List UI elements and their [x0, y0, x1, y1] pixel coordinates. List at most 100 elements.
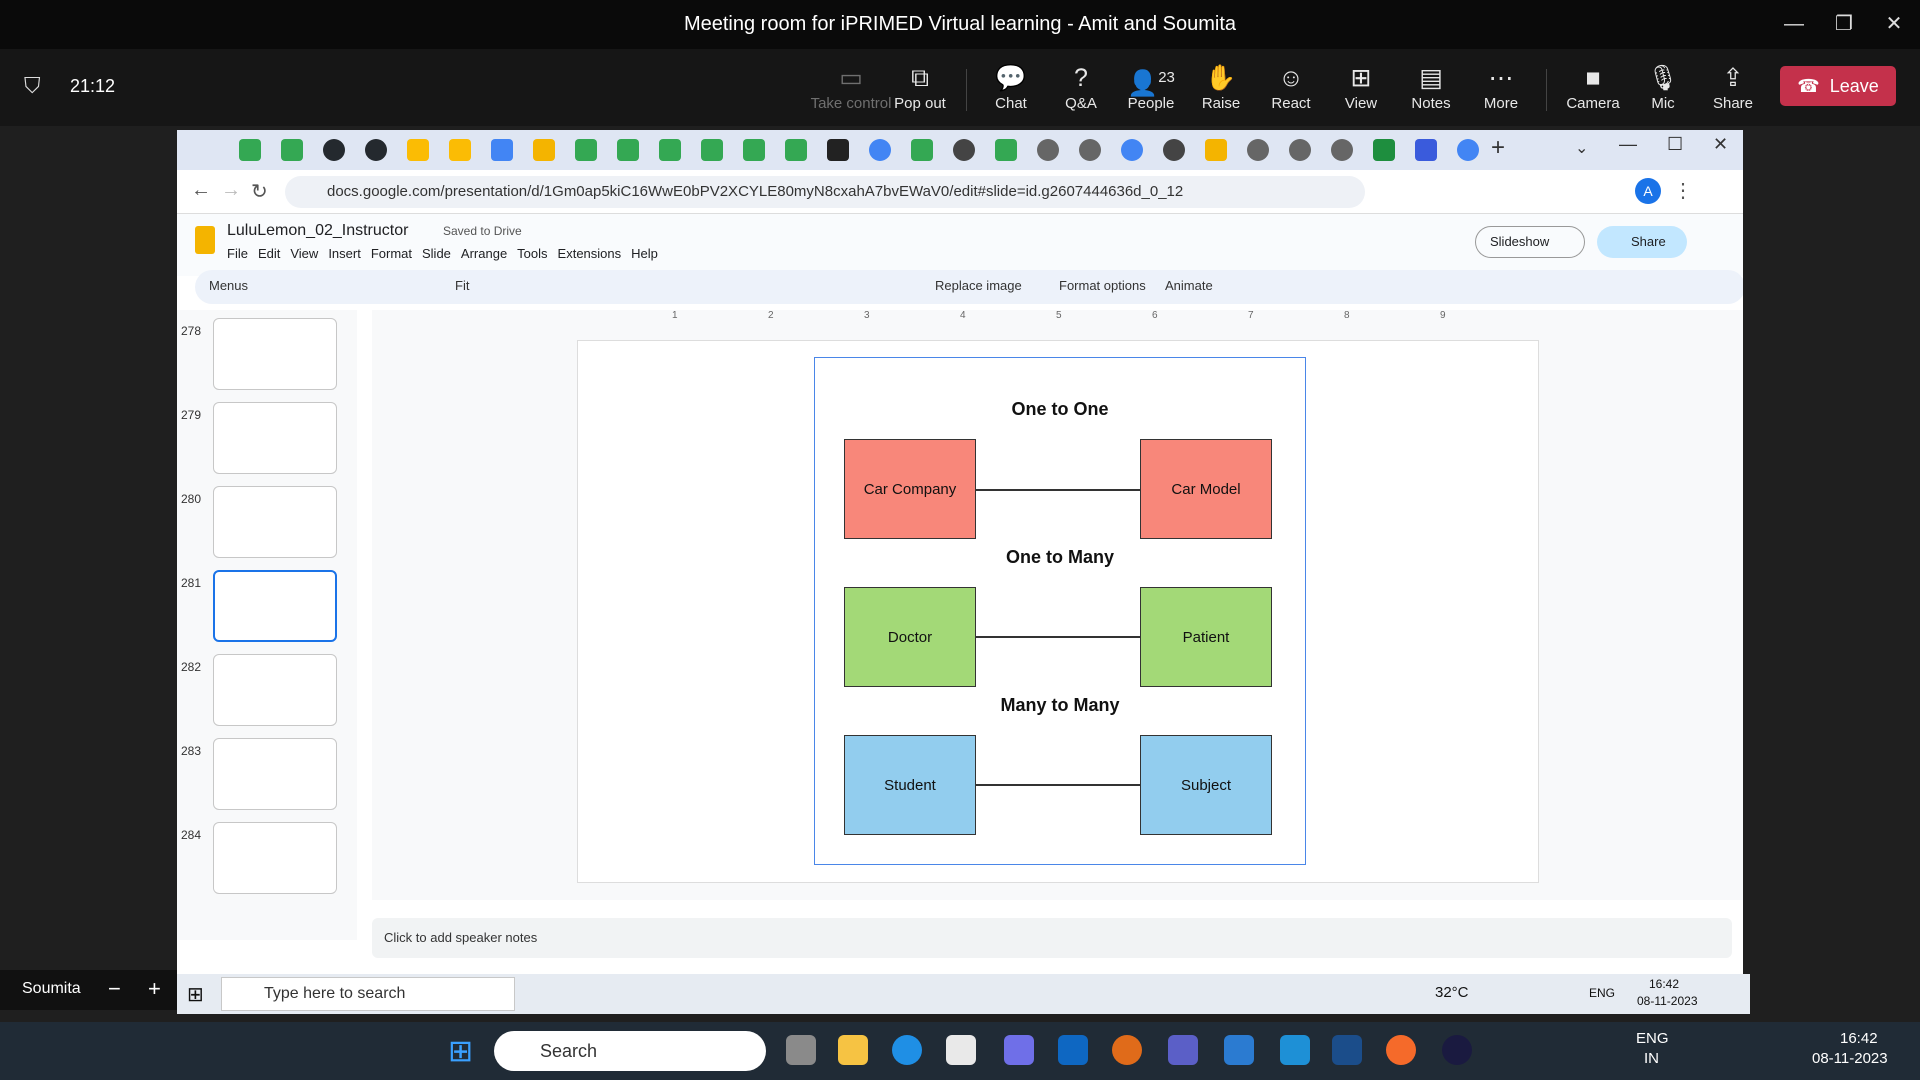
file-explorer-icon[interactable]: [838, 1035, 868, 1065]
people-button[interactable]: 👤23 People: [1118, 61, 1184, 112]
sheets-tab-icon[interactable]: [911, 139, 933, 161]
take-control-button[interactable]: ▭ Take control: [808, 61, 894, 112]
openai-tab-icon[interactable]: [953, 139, 975, 161]
menu-extensions[interactable]: Extensions: [558, 246, 622, 261]
slide-thumbnail[interactable]: [213, 486, 337, 558]
view-button[interactable]: ⊞ View: [1328, 61, 1394, 112]
profile-avatar[interactable]: A: [1635, 178, 1661, 204]
menu-slide[interactable]: Slide: [422, 246, 451, 261]
file-name[interactable]: LuluLemon_02_Instructor: [227, 222, 408, 240]
slideshow-button[interactable]: Slideshow: [1475, 226, 1585, 258]
raise-hand-button[interactable]: ✋ Raise: [1188, 61, 1254, 112]
browser-menu-icon[interactable]: ⋮: [1673, 178, 1693, 203]
google-tab-icon[interactable]: [1121, 139, 1143, 161]
slide-thumbnail[interactable]: [213, 318, 337, 390]
docs-tab-icon[interactable]: [491, 139, 513, 161]
current-slide[interactable]: One to One Car Company Car Model One to …: [577, 340, 1539, 883]
sheets-tab-icon[interactable]: [701, 139, 723, 161]
taskbar-search[interactable]: Search: [494, 1031, 766, 1071]
restore-icon[interactable]: ❐: [1826, 8, 1862, 40]
react-button[interactable]: ☺ React: [1258, 61, 1324, 112]
browser-minimize-icon[interactable]: —: [1619, 134, 1637, 155]
slides-tab-icon[interactable]: [533, 139, 555, 161]
github-tab-icon[interactable]: [365, 139, 387, 161]
generic-tab-icon[interactable]: [1037, 139, 1059, 161]
docs-share-button[interactable]: Share: [1597, 226, 1687, 258]
edge-icon[interactable]: [892, 1035, 922, 1065]
slide-thumbnail-selected[interactable]: [213, 570, 337, 642]
generic-tab-icon[interactable]: [1331, 139, 1353, 161]
replace-image-button[interactable]: Replace image: [935, 278, 1022, 293]
sheets-tab-icon[interactable]: [617, 139, 639, 161]
url-field[interactable]: docs.google.com/presentation/d/1Gm0ap5ki…: [285, 176, 1365, 208]
camera-button[interactable]: ■ Camera: [1560, 61, 1626, 112]
menu-arrange[interactable]: Arrange: [461, 246, 507, 261]
notes-button[interactable]: ▤ Notes: [1398, 61, 1464, 112]
leave-button[interactable]: ☎ Leave: [1780, 66, 1896, 106]
sheets-tab-icon[interactable]: [785, 139, 807, 161]
sheets-tab-icon[interactable]: [239, 139, 261, 161]
menu-format[interactable]: Format: [371, 246, 412, 261]
sheets-tab-icon[interactable]: [743, 139, 765, 161]
generic-tab-icon[interactable]: [1415, 139, 1437, 161]
sheets-tab-icon[interactable]: [659, 139, 681, 161]
share-screen-button[interactable]: ⇪ Share: [1700, 61, 1766, 112]
sheets-tab-icon[interactable]: [281, 139, 303, 161]
browser-close-icon[interactable]: ✕: [1713, 134, 1728, 155]
generic-tab-icon[interactable]: [1373, 139, 1395, 161]
tab-search-icon[interactable]: ⌄: [1575, 138, 1588, 158]
task-view-icon[interactable]: [786, 1035, 816, 1065]
more-button[interactable]: ⋯ More: [1468, 61, 1534, 112]
slide-thumbnail[interactable]: [213, 654, 337, 726]
menu-edit[interactable]: Edit: [258, 246, 280, 261]
google-tab-icon[interactable]: [1457, 139, 1479, 161]
generic-tab-icon[interactable]: [1079, 139, 1101, 161]
drive-tab-icon[interactable]: [449, 139, 471, 161]
slide-thumbnail[interactable]: [213, 738, 337, 810]
menu-tools[interactable]: Tools: [517, 246, 547, 261]
slide-thumbnail[interactable]: [213, 402, 337, 474]
zoom-out-icon[interactable]: −: [108, 976, 121, 1002]
windows-start-icon[interactable]: ⊞: [448, 1034, 473, 1069]
menu-help[interactable]: Help: [631, 246, 658, 261]
app-icon[interactable]: [1386, 1035, 1416, 1065]
sheets-tab-icon[interactable]: [995, 139, 1017, 161]
qna-button[interactable]: ? Q&A: [1048, 61, 1114, 112]
mic-button[interactable]: 🎙 Mic: [1630, 61, 1696, 112]
menus-search[interactable]: Menus: [209, 278, 248, 293]
menu-file[interactable]: File: [227, 246, 248, 261]
back-icon[interactable]: ←: [191, 179, 211, 202]
zoom-in-icon[interactable]: +: [148, 976, 161, 1002]
app-icon[interactable]: [1332, 1035, 1362, 1065]
github-tab-icon[interactable]: [323, 139, 345, 161]
notepad-icon[interactable]: [1224, 1035, 1254, 1065]
shared-search-box[interactable]: Type here to search: [221, 977, 515, 1011]
pop-out-button[interactable]: ⧉ Pop out: [887, 61, 953, 112]
store-icon[interactable]: [946, 1035, 976, 1065]
slides-tab-icon[interactable]: [1205, 139, 1227, 161]
openai-tab-icon[interactable]: [1163, 139, 1185, 161]
minimize-icon[interactable]: —: [1776, 8, 1812, 40]
sheets-tab-icon[interactable]: [575, 139, 597, 161]
format-options-button[interactable]: Format options: [1059, 278, 1146, 293]
app-icon[interactable]: [1442, 1035, 1472, 1065]
zoom-select[interactable]: Fit: [455, 278, 469, 293]
forward-icon[interactable]: →: [221, 179, 241, 202]
google-tab-icon[interactable]: [869, 139, 891, 161]
info-app-icon[interactable]: [1112, 1035, 1142, 1065]
p-tab-icon[interactable]: [827, 139, 849, 161]
speaker-notes[interactable]: Click to add speaker notes: [372, 918, 1732, 958]
menu-view[interactable]: View: [290, 246, 318, 261]
windows-start-icon[interactable]: ⊞: [187, 982, 204, 1007]
generic-tab-icon[interactable]: [1289, 139, 1311, 161]
reload-icon[interactable]: ↻: [251, 179, 268, 204]
animate-button[interactable]: Animate: [1165, 278, 1213, 293]
drive-tab-icon[interactable]: [407, 139, 429, 161]
chat-button[interactable]: 💬 Chat: [978, 61, 1044, 112]
copilot-icon[interactable]: [1004, 1035, 1034, 1065]
outlook-icon[interactable]: [1058, 1035, 1088, 1065]
slide-thumbnail[interactable]: [213, 822, 337, 894]
close-icon[interactable]: ✕: [1876, 8, 1912, 40]
menu-insert[interactable]: Insert: [328, 246, 361, 261]
photos-icon[interactable]: [1280, 1035, 1310, 1065]
